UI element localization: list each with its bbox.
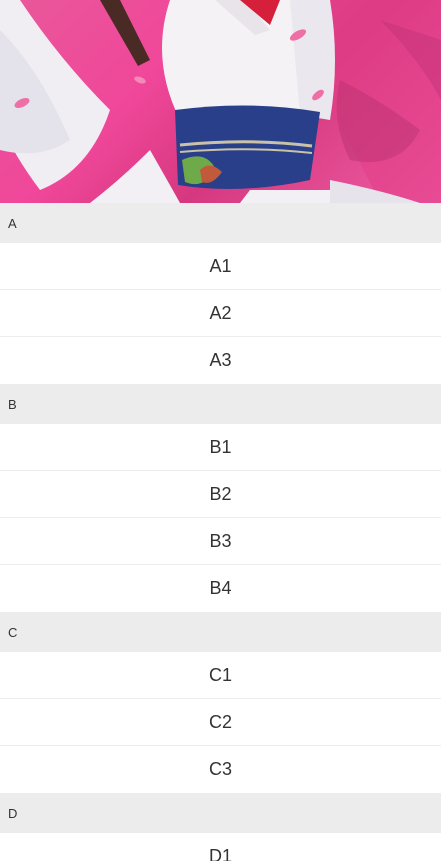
list-item-d1[interactable]: D1 (0, 833, 441, 861)
list-item-b2[interactable]: B2 (0, 471, 441, 518)
header-image (0, 0, 441, 203)
list-item-b1[interactable]: B1 (0, 424, 441, 471)
list-item-b3[interactable]: B3 (0, 518, 441, 565)
list-item-c3[interactable]: C3 (0, 746, 441, 793)
list-item-a2[interactable]: A2 (0, 290, 441, 337)
section-header-b: B (0, 384, 441, 424)
section-header-d: D (0, 793, 441, 833)
list-item-b4[interactable]: B4 (0, 565, 441, 612)
section-header-a: A (0, 203, 441, 243)
list-item-c1[interactable]: C1 (0, 652, 441, 699)
screen: A A1 A2 A3 B B1 B2 B3 B4 C C1 C2 C3 D D1 (0, 0, 441, 861)
anime-illustration-image (0, 0, 441, 203)
list-item-c2[interactable]: C2 (0, 699, 441, 746)
list-item-a3[interactable]: A3 (0, 337, 441, 384)
grouped-list: A A1 A2 A3 B B1 B2 B3 B4 C C1 C2 C3 D D1 (0, 203, 441, 861)
section-header-c: C (0, 612, 441, 652)
list-item-a1[interactable]: A1 (0, 243, 441, 290)
